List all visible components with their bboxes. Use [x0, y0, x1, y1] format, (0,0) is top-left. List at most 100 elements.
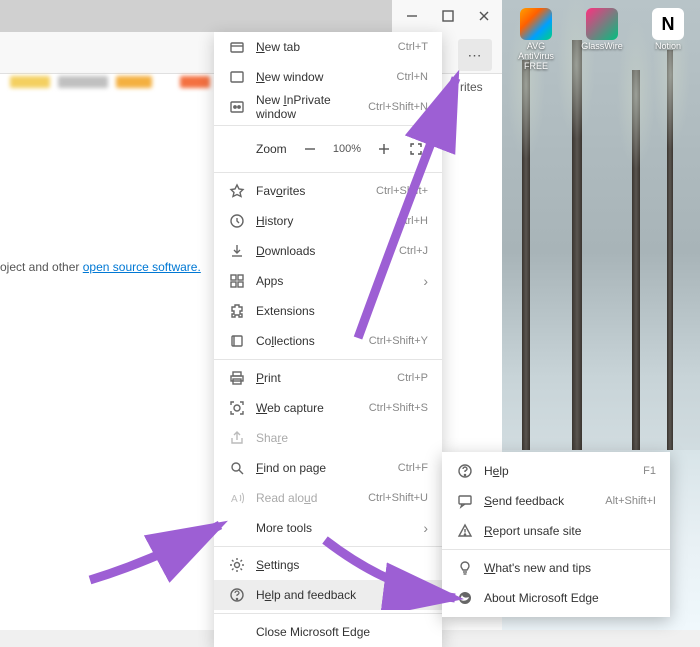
- menu-label: Help and feedback: [256, 588, 423, 602]
- menu-label: Send feedback: [484, 494, 605, 508]
- help-icon: [456, 462, 474, 480]
- chevron-right-icon: ›: [423, 587, 428, 603]
- menu-label: New window: [256, 70, 397, 84]
- menu-settings[interactable]: Settings: [214, 550, 442, 580]
- zoom-out-button[interactable]: [296, 135, 324, 163]
- menu-separator: [214, 125, 442, 126]
- menu-web-capture[interactable]: Web capture Ctrl+Shift+S: [214, 393, 442, 423]
- submenu-about-edge[interactable]: About Microsoft Edge: [442, 583, 670, 613]
- menu-label: History: [256, 214, 397, 228]
- zoom-label: Zoom: [228, 142, 296, 156]
- notion-icon: N: [652, 8, 684, 40]
- collections-icon: [228, 332, 246, 350]
- glasswire-icon: [586, 8, 618, 40]
- menu-new-window[interactable]: New window Ctrl+N: [214, 62, 442, 92]
- new-tab-icon: [228, 38, 246, 56]
- menu-favorites[interactable]: Favorites Ctrl+Shift+: [214, 176, 442, 206]
- menu-new-inprivate[interactable]: New InPrivate window Ctrl+Shift+N: [214, 92, 442, 122]
- submenu-help[interactable]: Help F1: [442, 456, 670, 486]
- menu-label: Report unsafe site: [484, 524, 656, 538]
- menu-label: Print: [256, 371, 397, 385]
- web-capture-icon: [228, 399, 246, 417]
- desktop-icon-avg[interactable]: AVG AntiVirus FREE: [512, 8, 560, 72]
- desktop-icon-notion[interactable]: N Notion: [644, 8, 692, 72]
- menu-label: More tools: [256, 521, 423, 535]
- apps-icon: [228, 272, 246, 290]
- desktop-icon-label: Notion: [655, 42, 681, 52]
- submenu-whats-new[interactable]: What's new and tips: [442, 553, 670, 583]
- menu-shortcut: Ctrl+T: [398, 41, 428, 53]
- menu-separator: [214, 613, 442, 614]
- new-window-icon: [228, 68, 246, 86]
- menu-label: What's new and tips: [484, 561, 656, 575]
- more-menu-button-area: ⋯: [450, 42, 500, 68]
- menu-zoom: Zoom 100%: [214, 129, 442, 169]
- page-content: oject and other open source software.: [0, 260, 201, 274]
- menu-separator: [214, 359, 442, 360]
- minus-icon: [302, 141, 318, 157]
- menu-shortcut: Alt+Shift+I: [605, 495, 656, 507]
- maximize-icon: [440, 8, 456, 24]
- maximize-button[interactable]: [430, 0, 466, 32]
- menu-label: Collections: [256, 334, 369, 348]
- menu-shortcut: Ctrl+Shift+S: [369, 402, 428, 414]
- fullscreen-button[interactable]: [404, 137, 428, 161]
- inprivate-icon: [228, 98, 246, 116]
- menu-label: Share: [256, 431, 428, 445]
- menu-label: New tab: [256, 40, 398, 54]
- favorites-hint: rites: [460, 80, 483, 94]
- open-source-link[interactable]: open source software.: [83, 260, 201, 274]
- zoom-value: 100%: [330, 143, 364, 155]
- print-icon: [228, 369, 246, 387]
- menu-downloads[interactable]: Downloads Ctrl+J: [214, 236, 442, 266]
- more-menu-button[interactable]: ⋯: [458, 39, 492, 71]
- menu-label: Help: [484, 464, 643, 478]
- edge-icon: [456, 589, 474, 607]
- desktop-icon-label: AVG AntiVirus FREE: [512, 42, 560, 72]
- gear-icon: [228, 556, 246, 574]
- menu-separator: [214, 546, 442, 547]
- close-button[interactable]: [466, 0, 502, 32]
- desktop-icon-glasswire[interactable]: GlassWire: [578, 8, 626, 72]
- submenu-report-unsafe[interactable]: Report unsafe site: [442, 516, 670, 546]
- warning-icon: [456, 522, 474, 540]
- menu-help-feedback[interactable]: Help and feedback ›: [214, 580, 442, 610]
- menu-print[interactable]: Print Ctrl+P: [214, 363, 442, 393]
- minimize-icon: [404, 8, 420, 24]
- chevron-right-icon: ›: [423, 273, 428, 289]
- menu-apps[interactable]: Apps ›: [214, 266, 442, 296]
- menu-shortcut: Ctrl+Shift+U: [368, 492, 428, 504]
- menu-shortcut: Ctrl+H: [397, 215, 428, 227]
- minimize-button[interactable]: [394, 0, 430, 32]
- expand-icon: [408, 141, 424, 157]
- menu-shortcut: F1: [643, 465, 656, 477]
- main-menu: New tab Ctrl+T New window Ctrl+N New InP…: [214, 32, 442, 647]
- menu-history[interactable]: History Ctrl+H: [214, 206, 442, 236]
- menu-extensions[interactable]: Extensions: [214, 296, 442, 326]
- menu-close-edge[interactable]: Close Microsoft Edge: [214, 617, 442, 647]
- menu-collections[interactable]: Collections Ctrl+Shift+Y: [214, 326, 442, 356]
- submenu-send-feedback[interactable]: Send feedback Alt+Shift+I: [442, 486, 670, 516]
- menu-new-tab[interactable]: New tab Ctrl+T: [214, 32, 442, 62]
- star-icon: [228, 182, 246, 200]
- menu-find[interactable]: Find on page Ctrl+F: [214, 453, 442, 483]
- menu-label: About Microsoft Edge: [484, 591, 656, 605]
- menu-more-tools[interactable]: More tools ›: [214, 513, 442, 543]
- menu-shortcut: Ctrl+J: [399, 245, 428, 257]
- chevron-right-icon: ›: [423, 520, 428, 536]
- window-titlebar: [392, 0, 502, 32]
- plus-icon: [376, 141, 392, 157]
- help-submenu: Help F1 Send feedback Alt+Shift+I Report…: [442, 452, 670, 617]
- avg-icon: [520, 8, 552, 40]
- menu-label: Extensions: [256, 304, 428, 318]
- history-icon: [228, 212, 246, 230]
- read-aloud-icon: A: [228, 489, 246, 507]
- menu-label: Find on page: [256, 461, 398, 475]
- menu-shortcut: Ctrl+Shift+N: [368, 101, 428, 113]
- zoom-in-button[interactable]: [370, 135, 398, 163]
- menu-label: Settings: [256, 558, 428, 572]
- menu-separator: [214, 172, 442, 173]
- menu-label: Apps: [256, 274, 423, 288]
- menu-shortcut: Ctrl+Shift+Y: [369, 335, 428, 347]
- download-icon: [228, 242, 246, 260]
